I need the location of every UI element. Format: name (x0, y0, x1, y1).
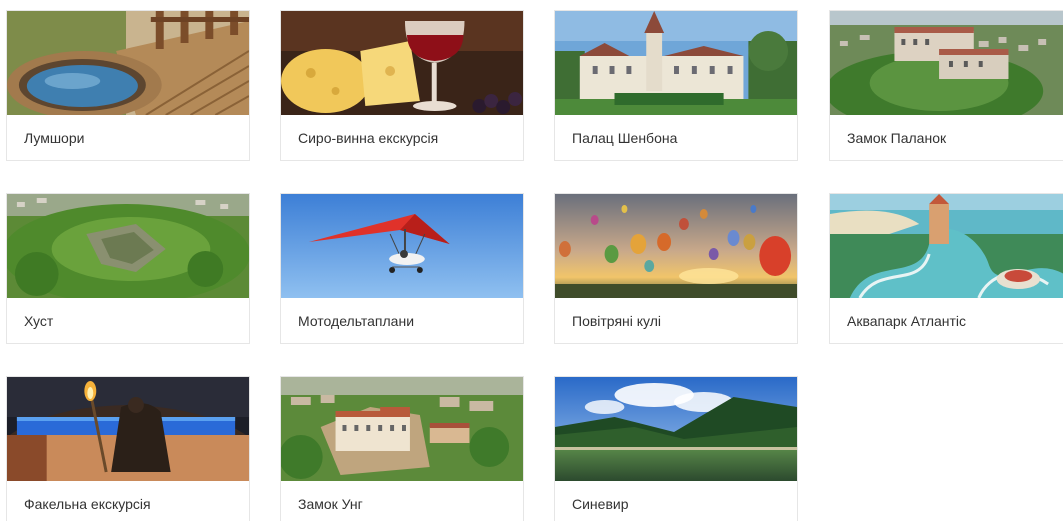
tour-image-schonborn-palace[interactable] (555, 11, 797, 115)
tour-image-torch-tour[interactable] (7, 377, 249, 481)
tour-label: Палац Шенбона (572, 130, 678, 146)
tour-label: Замок Паланок (847, 130, 947, 146)
tour-label: Хуст (24, 313, 54, 329)
tour-image-atlantis-aquapark[interactable] (830, 194, 1063, 298)
tour-image-synevyr[interactable] (555, 377, 797, 481)
tour-label: Аквапарк Атлантіс (847, 313, 967, 329)
tour-label: Сиро-винна екскурсія (298, 130, 439, 146)
tour-card-schonborn-palace[interactable]: Палац Шенбона (554, 10, 798, 161)
tour-label: Замок Унг (298, 496, 363, 512)
tour-card-cheese-wine[interactable]: Сиро-винна екскурсія (280, 10, 524, 161)
tour-card-ung-castle[interactable]: Замок Унг (280, 376, 524, 521)
tour-card-hang-gliders[interactable]: Мотодельтаплани (280, 193, 524, 344)
tour-card-hot-air-balloons[interactable]: Повітряні кулі (554, 193, 798, 344)
tour-label: Факельна екскурсія (24, 496, 151, 512)
tour-card-synevyr[interactable]: Синевир (554, 376, 798, 521)
tour-image-palanok-castle[interactable] (830, 11, 1063, 115)
tour-image-lumshory[interactable] (7, 11, 249, 115)
tour-label: Лумшори (24, 130, 85, 146)
tour-card-lumshory[interactable]: Лумшори (6, 10, 250, 161)
tour-card-khust[interactable]: Хуст (6, 193, 250, 344)
tour-card-atlantis-aquapark[interactable]: Аквапарк Атлантіс (829, 193, 1063, 344)
tour-card-torch-tour[interactable]: Факельна екскурсія (6, 376, 250, 521)
tour-image-hot-air-balloons[interactable] (555, 194, 797, 298)
tour-image-hang-gliders[interactable] (281, 194, 523, 298)
tour-label: Повітряні кулі (572, 313, 662, 329)
tour-card-palanok-castle[interactable]: Замок Паланок (829, 10, 1063, 161)
tour-image-khust[interactable] (7, 194, 249, 298)
tour-image-ung-castle[interactable] (281, 377, 523, 481)
tour-label: Синевир (572, 496, 629, 512)
tours-grid: Лумшори Сиро-винна екскурсія Палац Шенбо… (0, 0, 1063, 521)
tour-image-cheese-wine[interactable] (281, 11, 523, 115)
tour-label: Мотодельтаплани (298, 313, 415, 329)
